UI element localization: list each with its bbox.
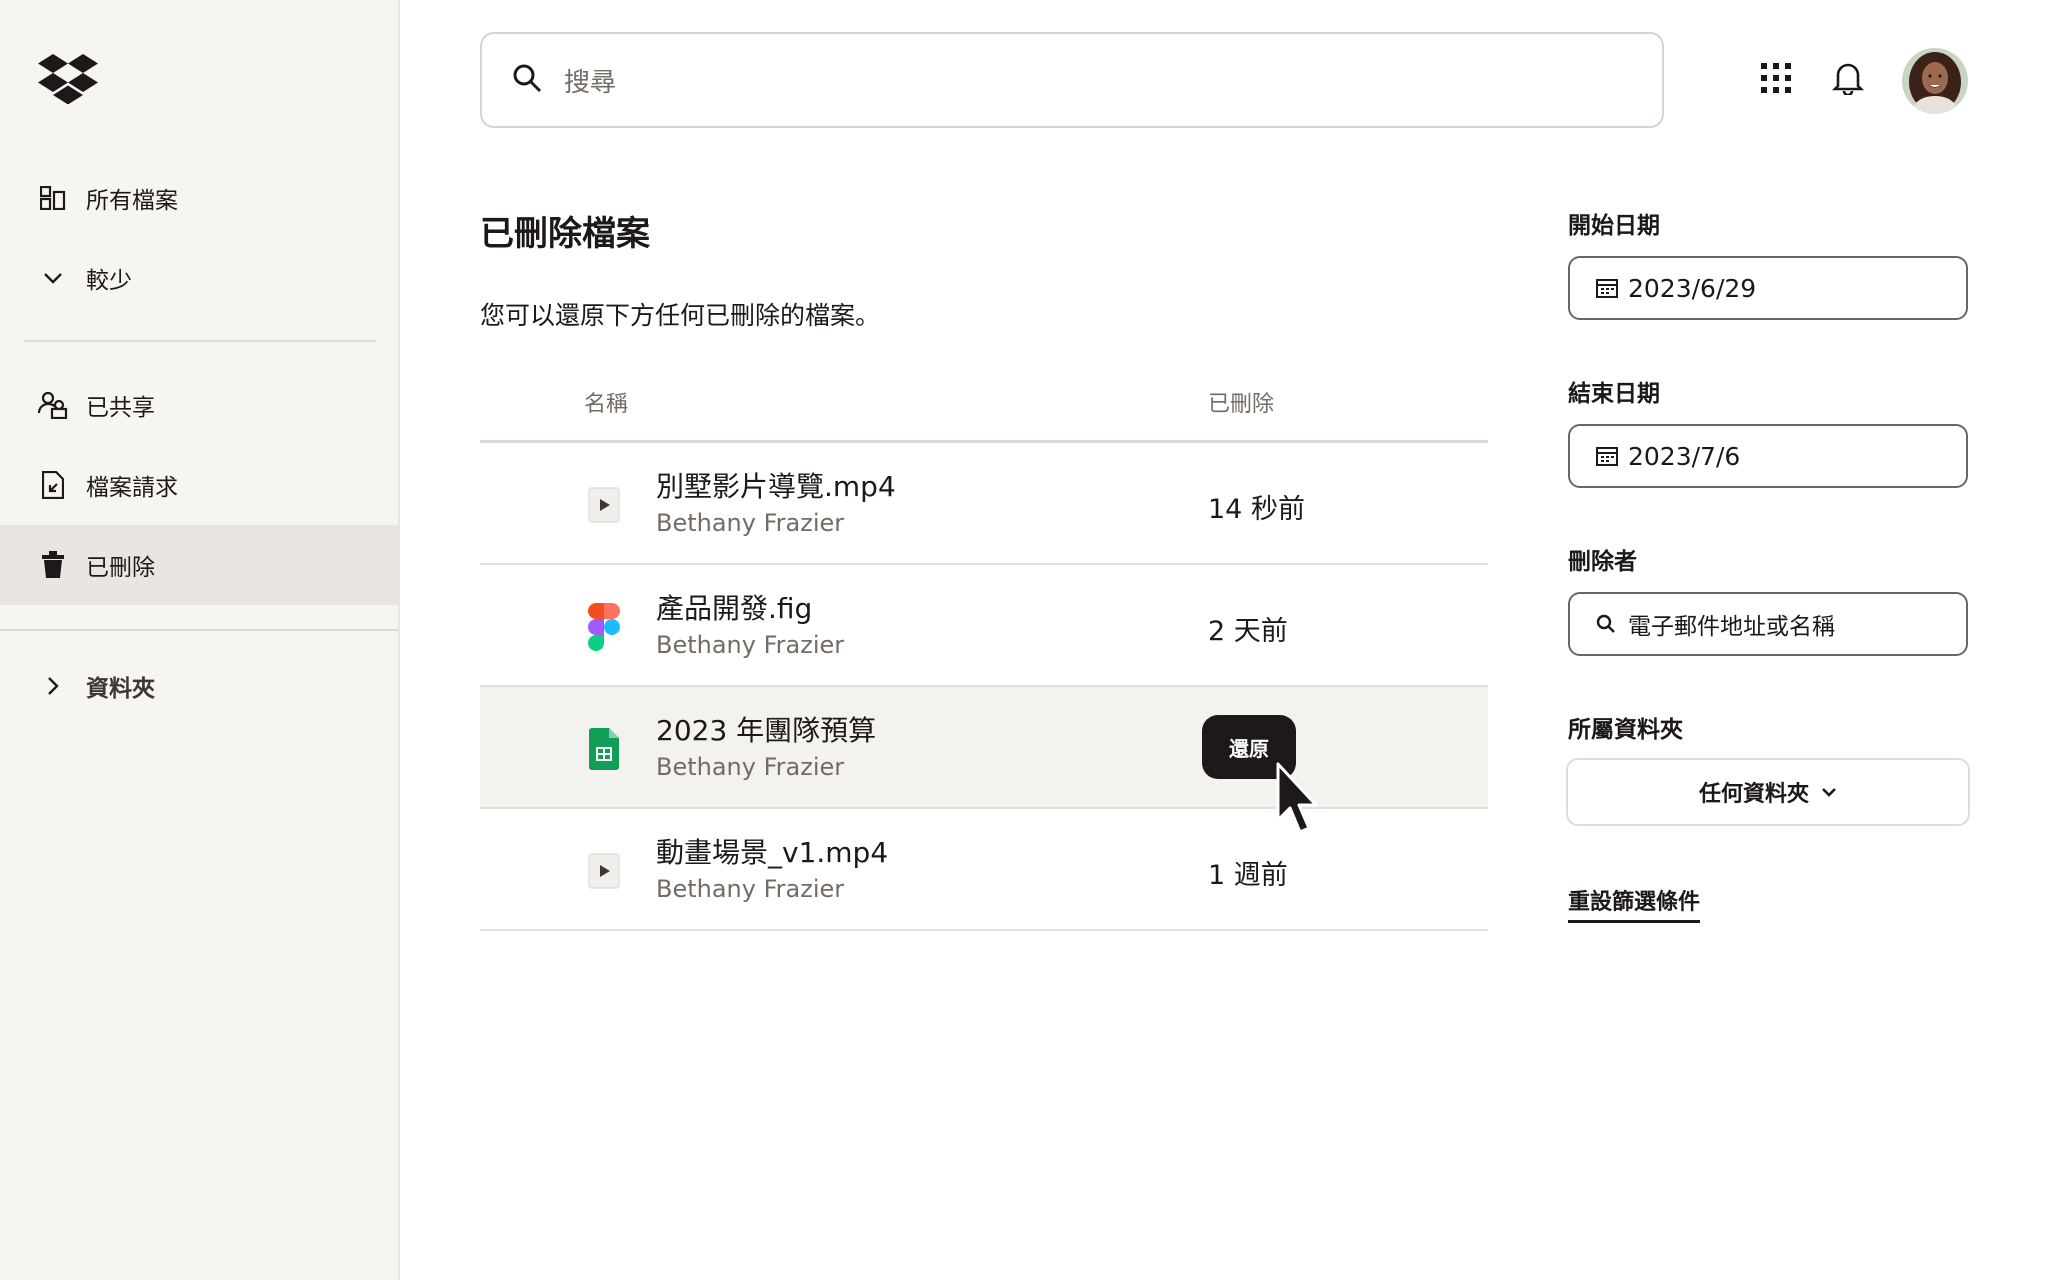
table-row[interactable]: 動畫場景_v1.mp4 Bethany Frazier 1 週前 (480, 809, 1488, 931)
start-date-value: 2023/6/29 (1628, 273, 1757, 303)
deleted-by-input[interactable]: 電子郵件地址或名稱 (1568, 592, 1968, 656)
video-file-icon (584, 483, 624, 527)
dropbox-logo[interactable] (38, 54, 98, 105)
page-subtitle: 您可以還原下方任何已刪除的檔案。 (480, 301, 881, 330)
search-input[interactable]: 搜尋 (480, 32, 1664, 128)
file-name[interactable]: 產品開發.fig (656, 587, 812, 627)
end-date-label: 結束日期 (1568, 381, 1660, 407)
sidebar-item-shared[interactable]: 已共享 (0, 365, 398, 445)
end-date-field[interactable]: 2023/7/6 (1568, 424, 1968, 488)
folder-select[interactable]: 任何資料夾 (1566, 758, 1970, 826)
column-header-deleted[interactable]: 已刪除 (1208, 386, 1274, 418)
start-date-label: 開始日期 (1568, 213, 1660, 239)
sidebar-divider (24, 340, 376, 342)
file-name[interactable]: 動畫場景_v1.mp4 (656, 831, 888, 871)
sidebar-item-label: 已共享 (86, 395, 155, 421)
sidebar: 所有檔案 較少 已共享 檔案請求 已刪除 資料夾 (0, 0, 400, 1280)
table-row[interactable]: 2023 年團隊預算 Bethany Frazier 還原 (480, 687, 1488, 809)
calendar-icon (1596, 276, 1620, 300)
sidebar-item-label: 所有檔案 (86, 188, 178, 214)
deleted-time: 1 週前 (1208, 860, 1288, 891)
file-request-icon (36, 468, 70, 502)
bell-icon[interactable] (1828, 58, 1868, 98)
search-icon (512, 63, 542, 97)
end-date-value: 2023/7/6 (1628, 441, 1741, 471)
sidebar-item-label: 較少 (86, 268, 132, 294)
all-files-icon (36, 181, 70, 215)
sidebar-item-label: 資料夾 (86, 676, 155, 702)
calendar-icon (1596, 444, 1620, 468)
sidebar-item-file-requests[interactable]: 檔案請求 (0, 445, 398, 525)
video-file-icon (584, 849, 624, 893)
deleted-by-label: 刪除者 (1568, 549, 1637, 575)
search-icon (1596, 612, 1620, 636)
file-owner: Bethany Frazier (656, 875, 845, 903)
file-owner: Bethany Frazier (656, 509, 845, 537)
sidebar-divider (0, 629, 398, 631)
search-placeholder: 搜尋 (564, 67, 617, 98)
column-header-name[interactable]: 名稱 (584, 386, 628, 418)
deleted-by-placeholder: 電子郵件地址或名稱 (1628, 614, 1835, 640)
spreadsheet-file-icon (584, 727, 624, 771)
sidebar-item-less[interactable]: 較少 (0, 238, 398, 318)
chevron-down-icon (36, 261, 70, 295)
shared-icon (36, 388, 70, 422)
start-date-field[interactable]: 2023/6/29 (1568, 256, 1968, 320)
trash-icon (36, 548, 70, 582)
file-name[interactable]: 2023 年團隊預算 (656, 709, 876, 749)
sidebar-item-folders[interactable]: 資料夾 (0, 646, 398, 726)
deleted-time: 14 秒前 (1208, 494, 1305, 525)
chevron-right-icon (36, 669, 70, 703)
sidebar-item-label: 檔案請求 (86, 475, 178, 501)
mouse-cursor-icon (1274, 762, 1324, 842)
table-row[interactable]: 別墅影片導覽.mp4 Bethany Frazier 14 秒前 (480, 443, 1488, 565)
table-row[interactable]: 產品開發.fig Bethany Frazier 2 天前 (480, 565, 1488, 687)
chevron-down-icon (1821, 787, 1837, 797)
app-grid-icon[interactable] (1756, 58, 1796, 98)
folder-select-value: 任何資料夾 (1698, 782, 1809, 807)
sidebar-item-deleted[interactable]: 已刪除 (0, 525, 398, 605)
file-name[interactable]: 別墅影片導覽.mp4 (656, 465, 896, 505)
figma-file-icon (584, 603, 624, 651)
avatar[interactable] (1902, 48, 1968, 114)
sidebar-item-all-files[interactable]: 所有檔案 (0, 158, 398, 238)
file-owner: Bethany Frazier (656, 631, 845, 659)
deleted-time: 2 天前 (1208, 616, 1288, 647)
reset-filters-link[interactable]: 重設篩選條件 (1568, 884, 1701, 923)
page-title: 已刪除檔案 (480, 214, 650, 254)
sidebar-item-label: 已刪除 (86, 555, 155, 581)
file-owner: Bethany Frazier (656, 753, 845, 781)
folder-label: 所屬資料夾 (1568, 717, 1683, 743)
